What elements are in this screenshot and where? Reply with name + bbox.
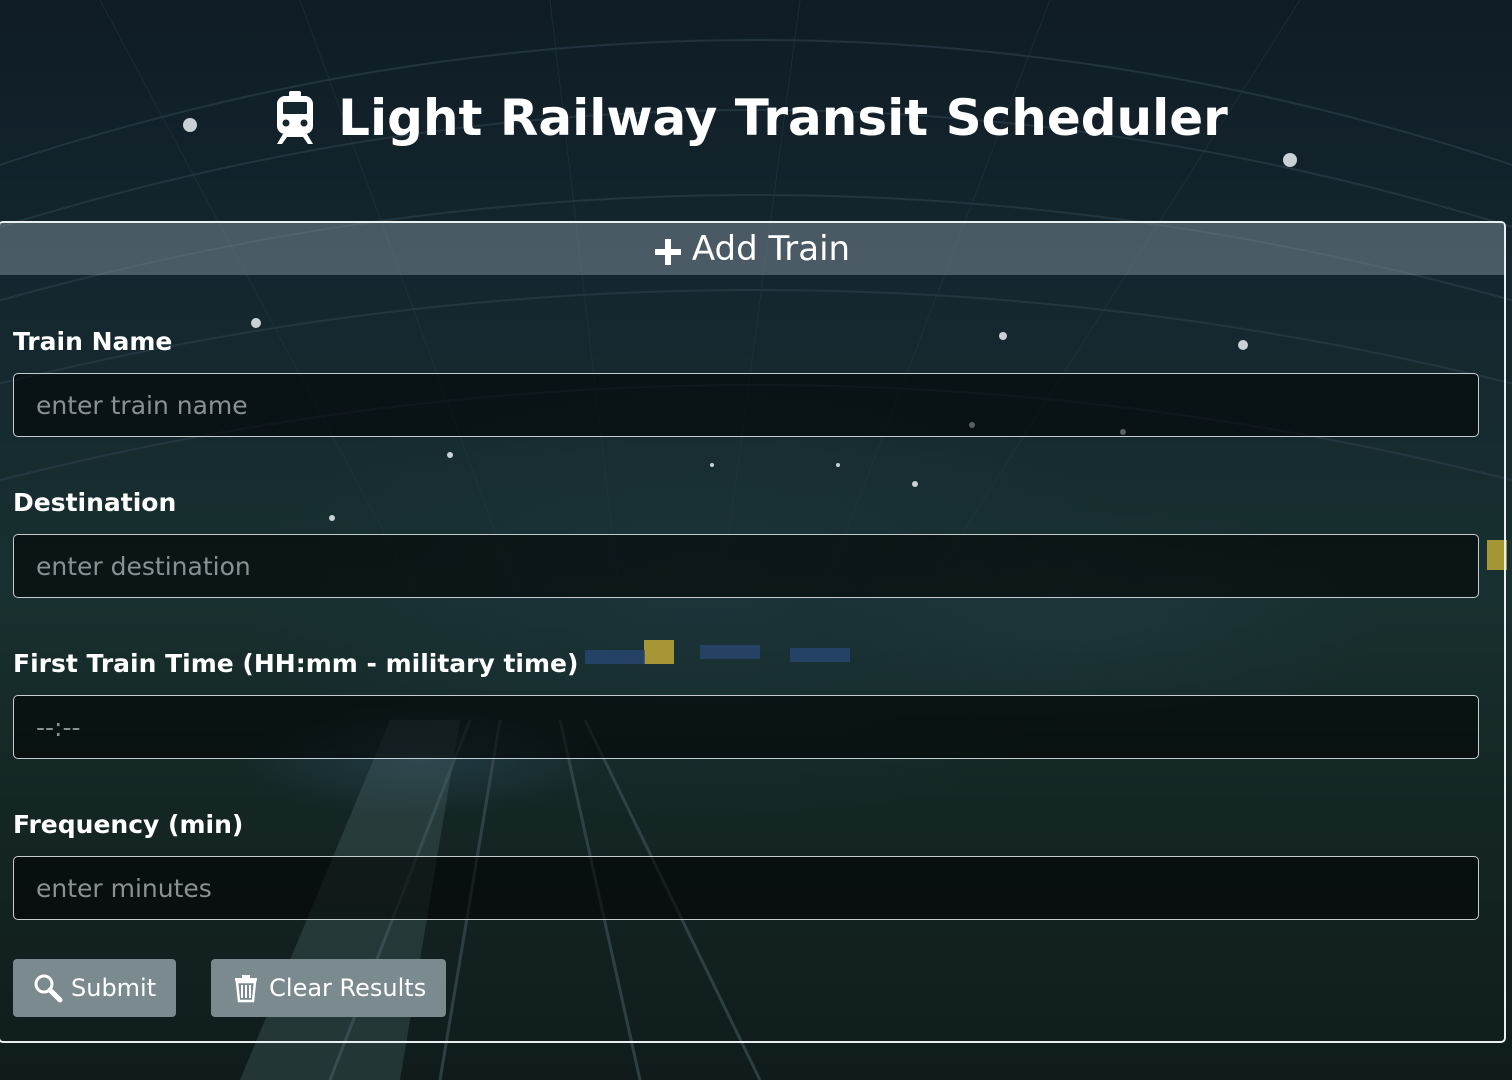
clear-results-button-label: Clear Results [269, 974, 427, 1002]
panel-title: Add Train [691, 229, 851, 269]
page-title: Light Railway Transit Scheduler [338, 89, 1228, 147]
plus-icon [654, 239, 681, 265]
trash-icon [235, 975, 258, 1003]
train-icon [277, 91, 314, 144]
clear-results-button[interactable]: Clear Results [211, 959, 447, 1017]
frequency-group: Frequency (min) [13, 810, 1479, 971]
destination-input[interactable] [13, 534, 1479, 598]
submit-button[interactable]: Submit [13, 959, 177, 1017]
form-actions: Submit Clear Results [13, 959, 447, 1017]
panel-header: Add Train [0, 223, 1504, 275]
page-header: Light Railway Transit Scheduler [0, 78, 1512, 158]
submit-button-label: Submit [71, 974, 157, 1002]
train-name-label: Train Name [13, 327, 173, 356]
first-train-time-group: First Train Time (HH:mm - military time) [13, 649, 1479, 810]
destination-label: Destination [13, 488, 177, 517]
destination-group: Destination [13, 488, 1479, 649]
frequency-label: Frequency (min) [13, 810, 244, 839]
frequency-input[interactable] [13, 856, 1479, 920]
train-name-group: Train Name [13, 327, 1479, 488]
add-train-form: Train Name Destination First Train Time … [13, 327, 1479, 971]
first-train-time-label: First Train Time (HH:mm - military time) [13, 649, 579, 678]
add-train-panel: Add Train Train Name Destination First T… [0, 221, 1506, 1043]
train-name-input[interactable] [13, 373, 1479, 437]
search-icon [34, 974, 63, 1003]
first-train-time-input[interactable] [13, 695, 1479, 759]
